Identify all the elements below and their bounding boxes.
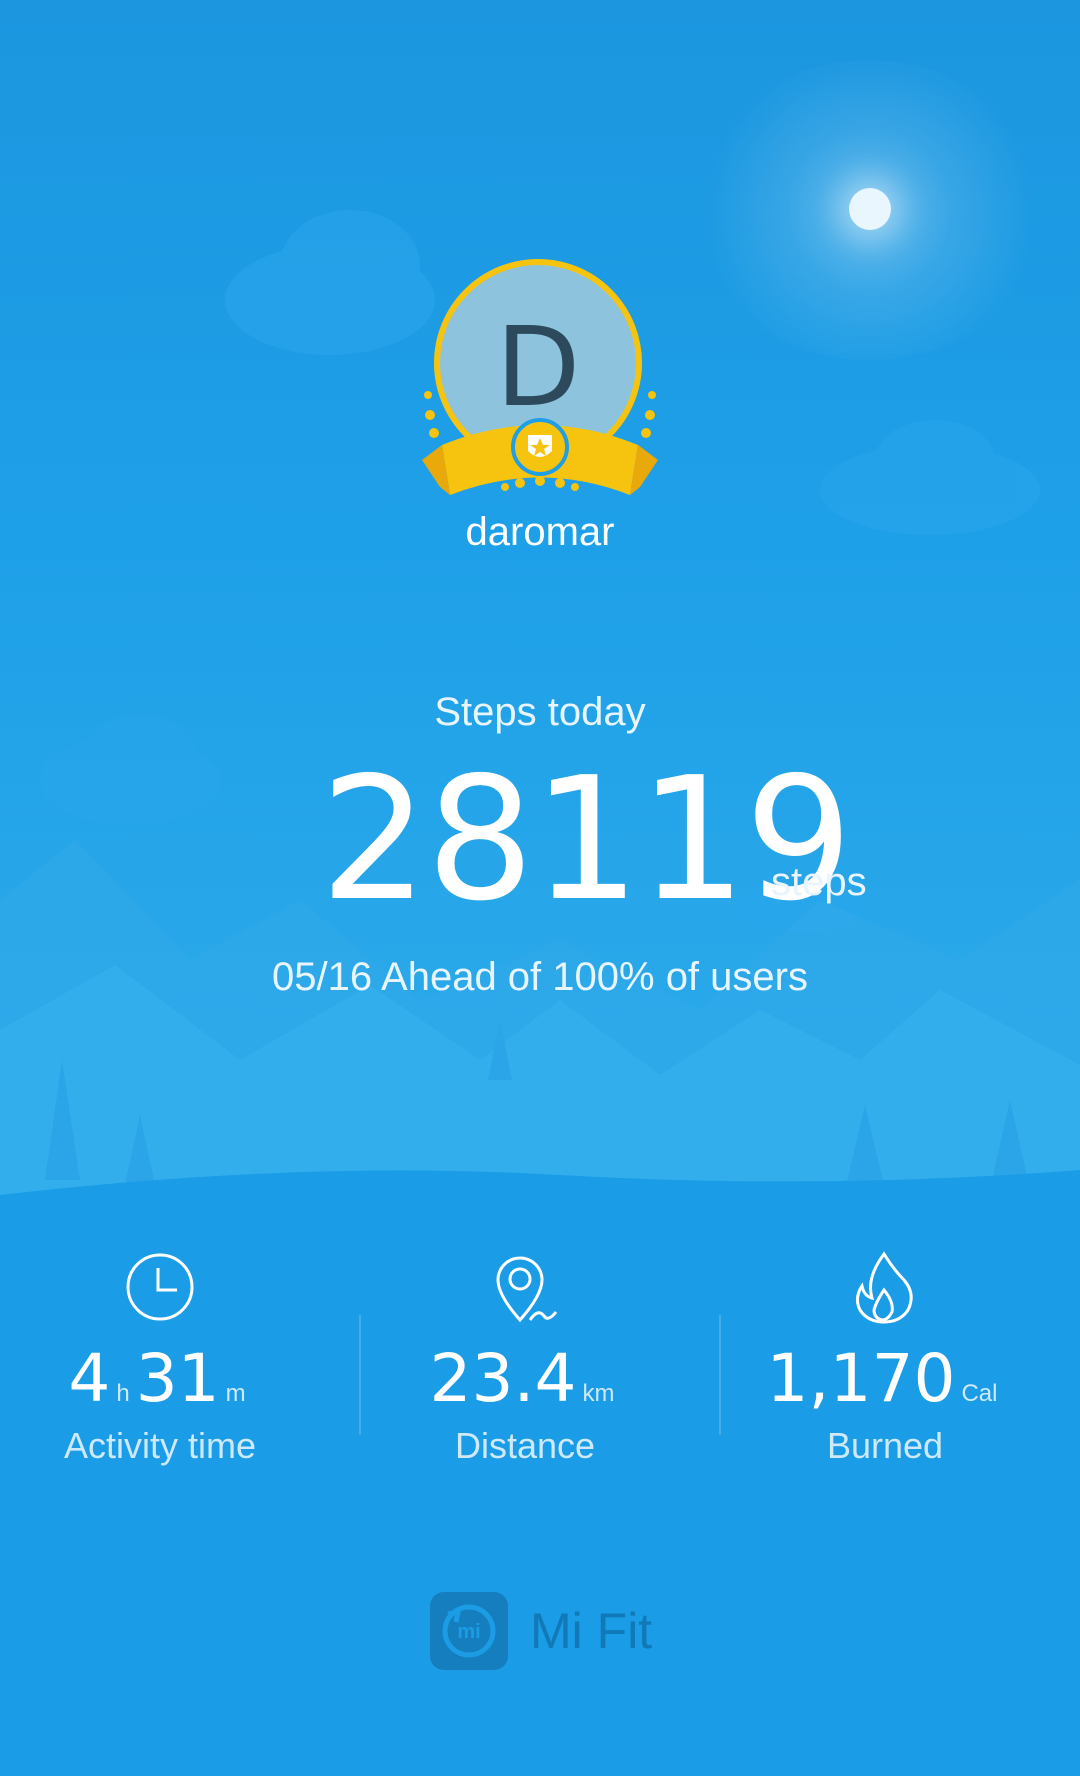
activity-value: 4 h31 m: [0, 1340, 340, 1417]
activity-label: Activity time: [63, 1425, 257, 1466]
location-pin-icon: [496, 1256, 558, 1323]
steps-label: Steps today: [434, 690, 646, 734]
ranking-text: 05/16 Ahead of 100% of users: [272, 955, 808, 999]
burned-value-line: 1,170 Cal: [705, 1340, 1065, 1417]
distance-unit: km: [582, 1380, 615, 1407]
distance-value: 23.4: [429, 1340, 577, 1417]
steps-unit: steps: [771, 860, 867, 904]
activity-minutes: 31: [135, 1340, 220, 1417]
distance-value-line: 23.4 km: [345, 1340, 705, 1417]
profile-avatar[interactable]: D: [420, 255, 660, 505]
clock-icon: [126, 1253, 194, 1321]
flame-icon: [855, 1251, 913, 1324]
activity-minutes-unit: m: [225, 1380, 246, 1407]
activity-hours-unit: h: [116, 1380, 130, 1407]
brand-name: Mi Fit: [530, 1603, 653, 1659]
stat-burned[interactable]: 1,170 Cal Burned: [705, 1240, 1065, 1480]
achievement-badge-icon: [422, 391, 658, 495]
svg-text:mi: mi: [457, 1621, 480, 1643]
stat-distance[interactable]: 23.4 km Distance: [345, 1240, 705, 1480]
activity-hours: 4: [68, 1340, 111, 1417]
burned-value: 1,170: [766, 1340, 956, 1417]
brand-footer: mi Mi Fit: [430, 1592, 690, 1672]
distance-label: Distance: [454, 1425, 596, 1466]
stat-activity-time[interactable]: 4 h31 m Activity time: [0, 1240, 340, 1480]
mi-logo-icon: mi: [430, 1592, 508, 1670]
burned-unit: Cal: [961, 1380, 998, 1407]
burned-label: Burned: [826, 1425, 944, 1466]
stats-row: 4 h31 m Activity time 23.4 km Distance 1,17…: [0, 1240, 1080, 1480]
username: daromar: [465, 510, 615, 554]
steps-counter[interactable]: 28119 steps: [0, 750, 1080, 930]
